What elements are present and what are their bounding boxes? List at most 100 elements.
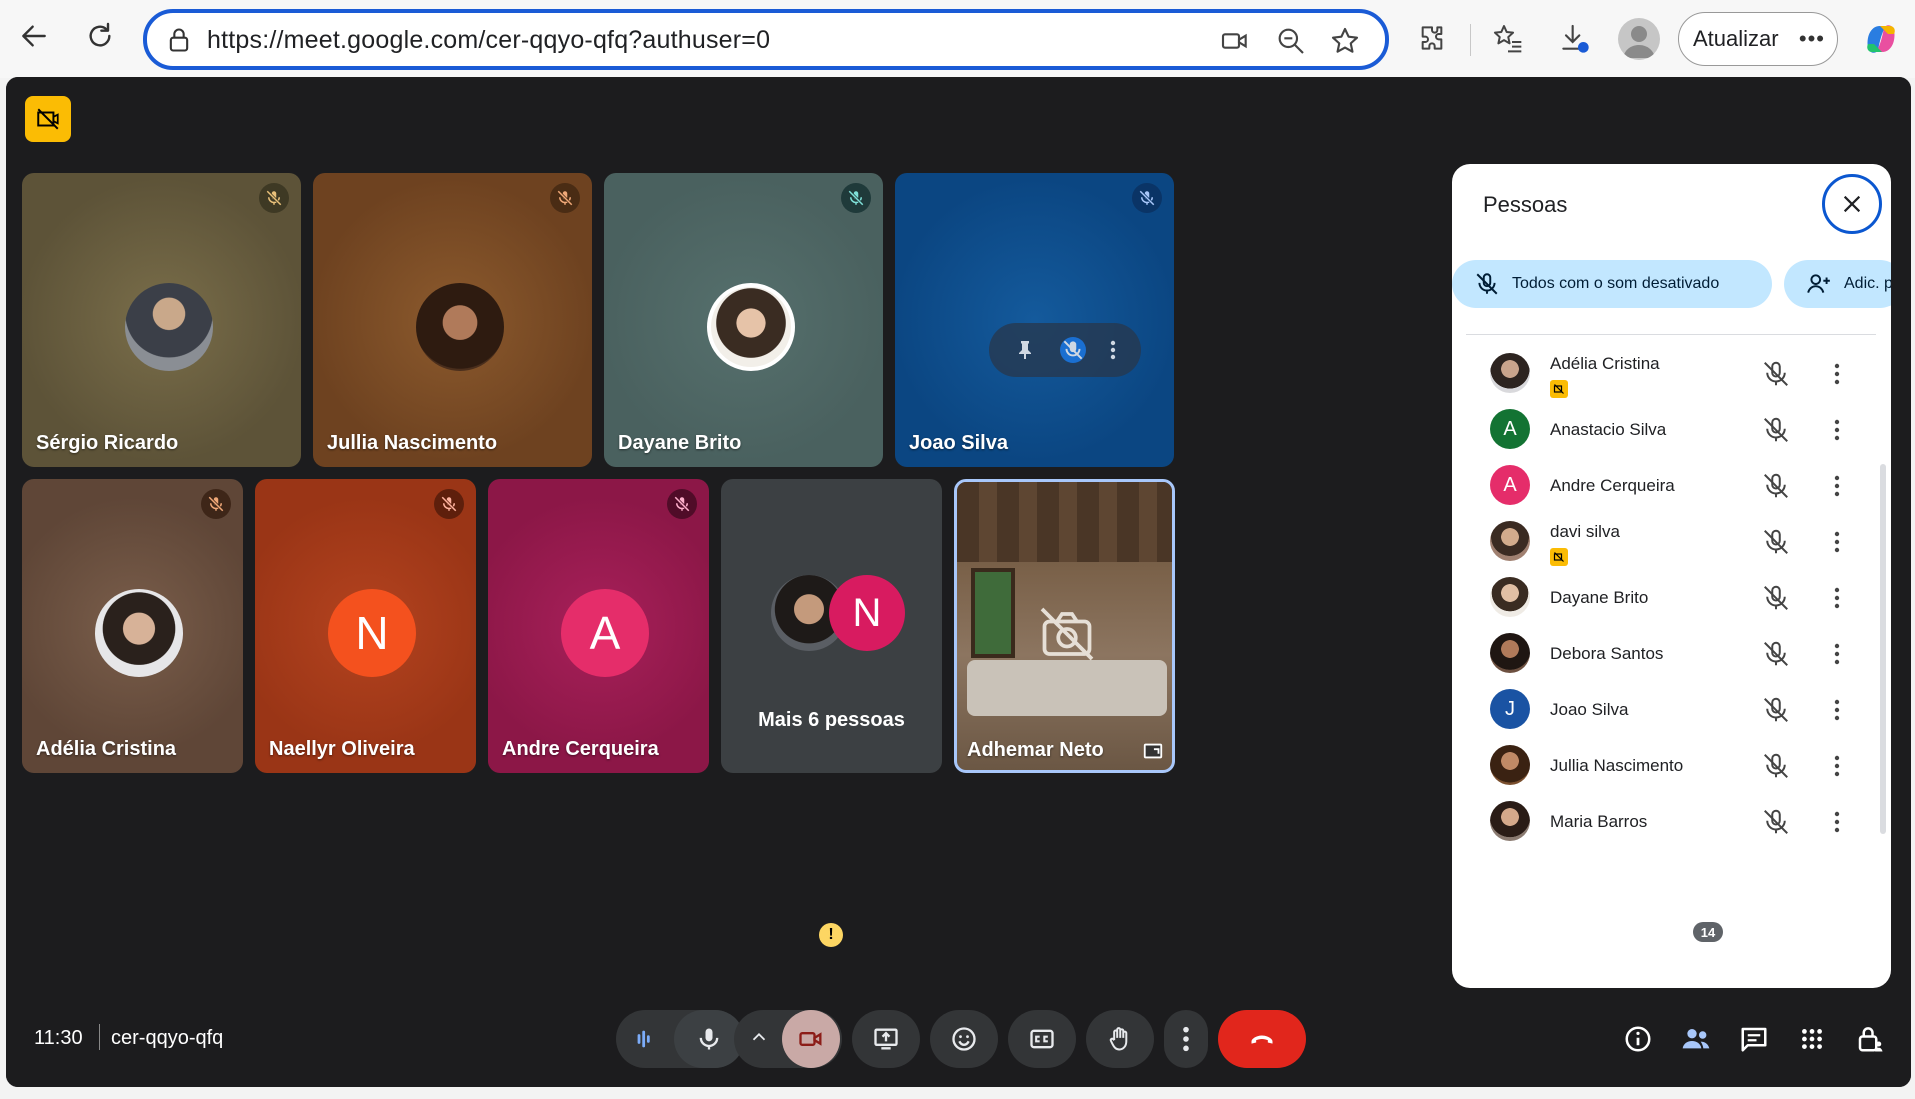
more-vert-icon[interactable] bbox=[1827, 415, 1847, 445]
participant-list-avatar: A bbox=[1490, 465, 1530, 505]
participant-tile[interactable]: Jullia Nascimento bbox=[313, 173, 592, 467]
background-sofa bbox=[967, 660, 1167, 716]
participant-list-item[interactable]: A Andre Cerqueira bbox=[1452, 456, 1872, 516]
participant-list-item[interactable]: davi silva bbox=[1452, 512, 1872, 572]
participant-list-avatar: J bbox=[1490, 689, 1530, 729]
list-divider bbox=[1466, 334, 1876, 335]
participant-list-item[interactable]: A Anastacio Silva bbox=[1452, 400, 1872, 460]
site-info-icon[interactable] bbox=[165, 26, 193, 54]
mic-off-icon[interactable] bbox=[1761, 527, 1791, 557]
participant-list-name: Dayane Brito bbox=[1550, 588, 1649, 607]
back-button[interactable] bbox=[14, 16, 54, 56]
camera-off-icon bbox=[1040, 607, 1094, 661]
participant-list-item[interactable]: Adélia Cristina bbox=[1452, 344, 1872, 404]
close-panel-button[interactable] bbox=[1822, 174, 1882, 234]
favorites-button[interactable] bbox=[1490, 20, 1526, 56]
participant-list-item[interactable]: Dayane Brito bbox=[1452, 568, 1872, 628]
more-options-icon[interactable]: ••• bbox=[1799, 26, 1825, 52]
camera-button[interactable] bbox=[782, 1010, 840, 1068]
apps-grid-icon bbox=[1802, 1029, 1822, 1049]
mic-off-icon[interactable] bbox=[1761, 695, 1791, 725]
raise-hand-button[interactable] bbox=[1086, 1010, 1154, 1068]
activities-button[interactable] bbox=[1792, 1019, 1832, 1059]
more-vert-icon[interactable] bbox=[1109, 339, 1117, 361]
present-button[interactable] bbox=[852, 1010, 920, 1068]
participant-tile[interactable]: Sérgio Ricardo bbox=[22, 173, 301, 467]
video-camera-icon bbox=[799, 1032, 822, 1046]
downloads-button[interactable] bbox=[1556, 20, 1592, 56]
no-video-notice-icon bbox=[37, 108, 59, 130]
recording-notice-button[interactable] bbox=[25, 96, 71, 142]
mic-off-icon[interactable] bbox=[1761, 639, 1791, 669]
more-options-button[interactable] bbox=[1164, 1010, 1208, 1068]
participant-list-item[interactable]: Debora Santos bbox=[1452, 624, 1872, 684]
copilot-icon[interactable] bbox=[1860, 18, 1902, 60]
participant-list-avatar bbox=[1490, 353, 1530, 393]
participant-list-name: Maria Barros bbox=[1550, 812, 1648, 831]
people-scrollbar[interactable] bbox=[1880, 464, 1886, 834]
update-button[interactable]: Atualizar ••• bbox=[1678, 12, 1838, 66]
camera-in-use-icon[interactable] bbox=[1219, 25, 1251, 57]
more-vert-icon[interactable] bbox=[1827, 695, 1847, 725]
chat-icon bbox=[1741, 1027, 1767, 1052]
more-vert-icon[interactable] bbox=[1827, 471, 1847, 501]
muted-mic-icon bbox=[667, 489, 697, 519]
participant-tile[interactable]: Joao Silva bbox=[895, 173, 1174, 467]
participant-avatar bbox=[95, 589, 183, 677]
chevron-up-icon[interactable] bbox=[748, 1026, 770, 1048]
people-button[interactable] bbox=[1676, 1019, 1716, 1059]
url-text[interactable]: https://meet.google.com/cer-qqyo-qfq?aut… bbox=[207, 26, 770, 55]
participant-tile[interactable]: Adélia Cristina bbox=[22, 479, 243, 773]
participant-list-avatar: A bbox=[1490, 409, 1530, 449]
participant-tile[interactable]: A Andre Cerqueira bbox=[488, 479, 709, 773]
participant-list-item[interactable]: Maria Barros bbox=[1452, 792, 1872, 852]
more-people-tile[interactable]: N Mais 6 pessoas bbox=[721, 479, 942, 773]
more-vert-icon[interactable] bbox=[1827, 807, 1847, 837]
camera-warning-badge[interactable]: ! bbox=[819, 923, 843, 947]
leave-call-button[interactable] bbox=[1218, 1010, 1306, 1068]
participant-tile[interactable]: Dayane Brito bbox=[604, 173, 883, 467]
audio-level-icon[interactable] bbox=[632, 1025, 660, 1053]
mic-off-icon[interactable] bbox=[1761, 751, 1791, 781]
favorite-star-icon[interactable] bbox=[1329, 25, 1361, 57]
more-vert-icon bbox=[1183, 1026, 1189, 1052]
meeting-details-button[interactable] bbox=[1618, 1019, 1658, 1059]
no-video-notice-icon bbox=[1550, 548, 1568, 566]
zoom-out-icon[interactable] bbox=[1275, 25, 1307, 57]
refresh-button[interactable] bbox=[80, 16, 120, 56]
mic-off-icon[interactable] bbox=[1761, 359, 1791, 389]
more-vert-icon[interactable] bbox=[1827, 527, 1847, 557]
mic-off-icon[interactable] bbox=[1761, 471, 1791, 501]
more-vert-icon[interactable] bbox=[1827, 359, 1847, 389]
mic-off-icon[interactable] bbox=[1761, 583, 1791, 613]
participant-tile[interactable]: N Naellyr Oliveira bbox=[255, 479, 476, 773]
people-icon bbox=[1682, 1029, 1710, 1049]
self-view-tile[interactable]: Adhemar Neto bbox=[954, 479, 1175, 773]
picture-in-picture-icon[interactable] bbox=[1142, 740, 1164, 762]
extensions-button[interactable] bbox=[1414, 20, 1450, 56]
participant-list-name: Adélia Cristina bbox=[1550, 354, 1660, 373]
pin-icon[interactable] bbox=[1013, 338, 1037, 362]
more-vert-icon[interactable] bbox=[1827, 639, 1847, 669]
mic-off-icon[interactable] bbox=[1761, 415, 1791, 445]
reactions-button[interactable] bbox=[930, 1010, 998, 1068]
mute-all-button[interactable]: Todos com o som desativado bbox=[1452, 260, 1772, 308]
chat-button[interactable] bbox=[1734, 1019, 1774, 1059]
more-vert-icon[interactable] bbox=[1827, 751, 1847, 781]
add-people-button[interactable]: Adic. p bbox=[1784, 260, 1891, 308]
closed-captions-icon bbox=[1030, 1029, 1054, 1049]
address-bar[interactable]: https://meet.google.com/cer-qqyo-qfq?aut… bbox=[143, 9, 1389, 70]
people-panel: Pessoas Todos com o som desativado Adic.… bbox=[1452, 164, 1891, 988]
mic-control-group bbox=[616, 1010, 744, 1068]
background-window bbox=[971, 568, 1015, 658]
end-call-icon bbox=[1251, 1035, 1273, 1044]
participant-list-item[interactable]: J Joao Silva bbox=[1452, 680, 1872, 740]
muted-mic-icon bbox=[1132, 183, 1162, 213]
profile-avatar[interactable] bbox=[1618, 18, 1660, 60]
more-vert-icon[interactable] bbox=[1827, 583, 1847, 613]
host-controls-button[interactable] bbox=[1850, 1019, 1890, 1059]
captions-button[interactable] bbox=[1008, 1010, 1076, 1068]
participant-list-item[interactable]: Jullia Nascimento bbox=[1452, 736, 1872, 796]
mute-participant-icon[interactable] bbox=[1059, 337, 1086, 363]
mic-off-icon[interactable] bbox=[1761, 807, 1791, 837]
